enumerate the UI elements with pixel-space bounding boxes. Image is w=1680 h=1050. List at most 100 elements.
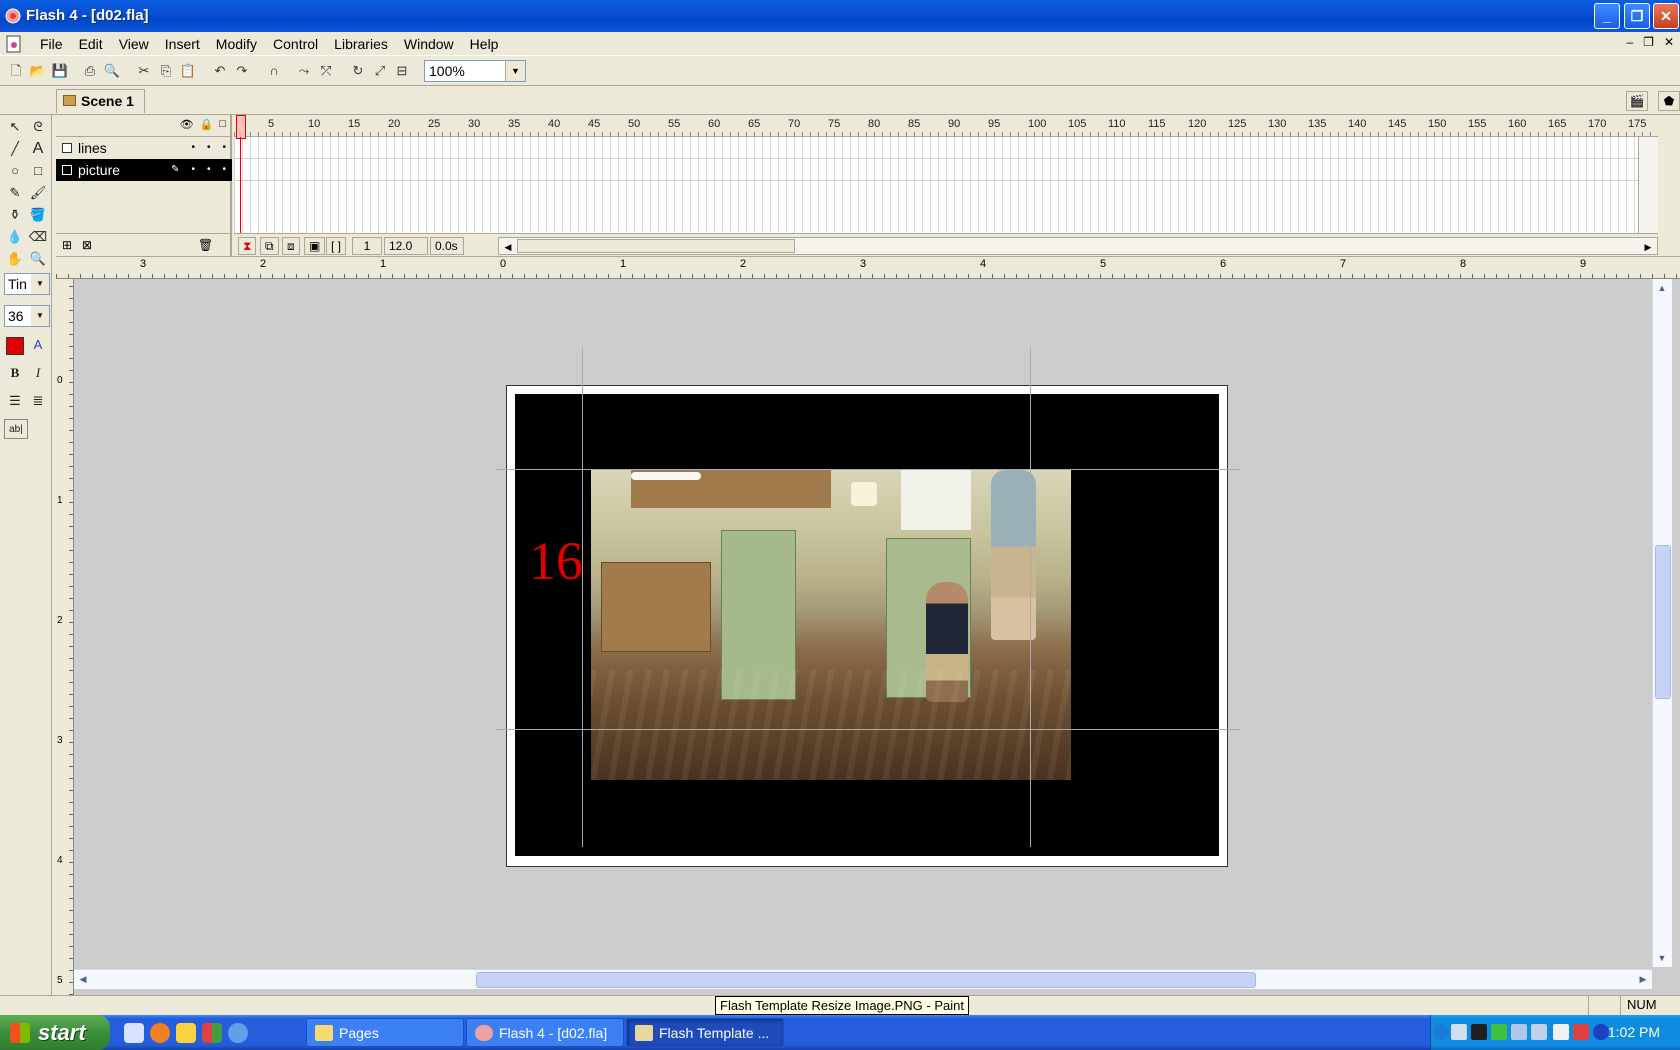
edit-scene-icon[interactable]: 🎬: [1626, 91, 1648, 111]
scroll-left-icon[interactable]: ◀: [74, 970, 92, 988]
print-icon[interactable]: ⎙: [80, 61, 100, 81]
text-field-button[interactable]: ab|: [4, 419, 28, 439]
firefox-icon[interactable]: [150, 1023, 170, 1043]
save-icon[interactable]: 💾: [50, 61, 70, 81]
edit-multiple-icon[interactable]: ▣: [304, 237, 326, 255]
trash-icon[interactable]: 🗑: [198, 238, 213, 252]
document-icon[interactable]: [4, 34, 24, 54]
brush-tool-icon[interactable]: 🖌: [27, 183, 49, 203]
start-button[interactable]: start: [0, 1015, 110, 1050]
canvas-hscroll[interactable]: ◀ ▶: [74, 969, 1652, 989]
onion-markers-icon[interactable]: [ ]: [326, 237, 347, 255]
font-select[interactable]: Tin ▼: [4, 273, 50, 295]
text-tool-icon[interactable]: A: [27, 139, 49, 159]
zoom-select[interactable]: 100% ▼: [424, 60, 526, 82]
copy-icon[interactable]: ⎘: [156, 61, 176, 81]
bluetooth-icon[interactable]: [1593, 1024, 1609, 1040]
chevron-down-icon[interactable]: ▼: [505, 61, 525, 81]
align-left-icon[interactable]: ☰: [4, 391, 26, 411]
onion-outline-icon[interactable]: ⧈: [282, 237, 300, 255]
dropper-tool-icon[interactable]: 💧: [4, 227, 26, 247]
security-icon[interactable]: [1573, 1024, 1589, 1040]
mdi-close-button[interactable]: ✕: [1664, 35, 1674, 49]
guide-line-horizontal[interactable]: [496, 469, 1240, 470]
straighten-icon[interactable]: ⤱: [316, 61, 336, 81]
frame-ruler[interactable]: 1510152025303540455055606570758085909510…: [234, 115, 1658, 137]
menu-control[interactable]: Control: [265, 35, 326, 53]
menu-help[interactable]: Help: [462, 35, 507, 53]
restore-button[interactable]: ❐: [1624, 3, 1650, 29]
text-color-a-icon[interactable]: A: [27, 335, 49, 355]
mdi-restore-button[interactable]: ❐: [1643, 35, 1654, 49]
center-frame-icon[interactable]: ⧗: [238, 237, 257, 255]
timeline-hscroll-thumb[interactable]: [517, 239, 795, 253]
scroll-right-icon[interactable]: ▶: [1639, 238, 1657, 256]
scroll-down-icon[interactable]: ▼: [1653, 949, 1671, 967]
add-layer-icon[interactable]: ⊞: [62, 238, 72, 252]
line-tool-icon[interactable]: ╱: [4, 139, 26, 159]
playhead[interactable]: [236, 115, 246, 139]
scroll-left-icon[interactable]: ◀: [499, 238, 517, 256]
layer-row-picture[interactable]: picture ✎ • • •: [56, 159, 232, 181]
rotate-icon[interactable]: ↻: [348, 61, 368, 81]
task-pages[interactable]: Pages: [306, 1018, 464, 1047]
eye-icon[interactable]: 👁: [180, 118, 194, 131]
timeline-hscroll[interactable]: ◀ ▶: [498, 237, 1658, 255]
open-folder-icon[interactable]: 📂: [28, 61, 48, 81]
minimize-button[interactable]: _: [1594, 3, 1620, 29]
tray-expand-icon[interactable]: [1433, 1024, 1449, 1040]
lasso-tool-icon[interactable]: ᘓ: [27, 117, 49, 137]
add-guide-layer-icon[interactable]: ⊠: [82, 238, 92, 252]
frame-grid[interactable]: [234, 137, 1658, 233]
menu-modify[interactable]: Modify: [208, 35, 265, 53]
menu-window[interactable]: Window: [396, 35, 462, 53]
picasa-icon[interactable]: [202, 1023, 222, 1043]
network2-icon[interactable]: [1531, 1024, 1547, 1040]
guide-line-vertical[interactable]: [1030, 347, 1031, 847]
ink-bottle-tool-icon[interactable]: ⚱: [4, 205, 26, 225]
snap-magnet-icon[interactable]: ∩: [264, 61, 284, 81]
guide-line-vertical[interactable]: [582, 347, 583, 847]
stage-canvas[interactable]: 16: [506, 385, 1228, 867]
pencil-tool-icon[interactable]: ✎: [4, 183, 26, 203]
pages-quicklaunch-icon[interactable]: [176, 1023, 196, 1043]
outline-icon[interactable]: □: [219, 118, 226, 131]
rectangle-tool-icon[interactable]: □: [27, 161, 49, 181]
chevron-down-icon[interactable]: ▼: [31, 274, 49, 294]
kitchen-photo[interactable]: [591, 470, 1071, 780]
guide-line-horizontal[interactable]: [496, 729, 1240, 730]
oval-tool-icon[interactable]: ○: [4, 161, 26, 181]
scroll-right-icon[interactable]: ▶: [1634, 970, 1652, 988]
magnifier-tool-icon[interactable]: 🔍: [27, 249, 49, 269]
cut-icon[interactable]: ✂: [134, 61, 154, 81]
menu-view[interactable]: View: [111, 35, 157, 53]
menu-insert[interactable]: Insert: [157, 35, 208, 53]
chevron-down-icon[interactable]: ▼: [31, 306, 49, 326]
internet-explorer-icon[interactable]: [228, 1023, 248, 1043]
scene-tab[interactable]: Scene 1: [56, 89, 145, 113]
paint-bucket-tool-icon[interactable]: 🪣: [27, 205, 49, 225]
onion-skin-icon[interactable]: ⧉: [260, 237, 279, 255]
frame-number-text[interactable]: 16: [529, 534, 583, 588]
scroll-up-icon[interactable]: ▲: [1653, 279, 1671, 297]
hand-tool-icon[interactable]: ✋: [4, 249, 26, 269]
timeline-vscroll[interactable]: [1638, 137, 1658, 233]
mail-icon[interactable]: [1553, 1024, 1569, 1040]
canvas-vscroll-thumb[interactable]: [1655, 545, 1671, 699]
mdi-minimize-button[interactable]: –: [1626, 35, 1633, 49]
text-color-swatch[interactable]: [6, 337, 24, 355]
task-flash[interactable]: Flash 4 - [d02.fla]: [466, 1018, 624, 1047]
menu-edit[interactable]: Edit: [71, 35, 111, 53]
canvas-vscroll[interactable]: ▲ ▼: [1652, 279, 1672, 967]
network-icon[interactable]: [1451, 1024, 1467, 1040]
task-paint[interactable]: Flash Template ...: [626, 1018, 784, 1047]
steam-icon[interactable]: [1471, 1024, 1487, 1040]
eraser-tool-icon[interactable]: ⌫: [27, 227, 49, 247]
paragraph-icon[interactable]: ≣: [27, 391, 49, 411]
print-preview-icon[interactable]: 🔍: [102, 61, 122, 81]
layer-row-lines[interactable]: lines • • •: [56, 137, 232, 159]
redo-icon[interactable]: ↷: [232, 61, 252, 81]
monitor-icon[interactable]: [1511, 1024, 1527, 1040]
arrow-tool-icon[interactable]: ↖: [4, 117, 26, 137]
close-button[interactable]: ✕: [1653, 3, 1679, 29]
